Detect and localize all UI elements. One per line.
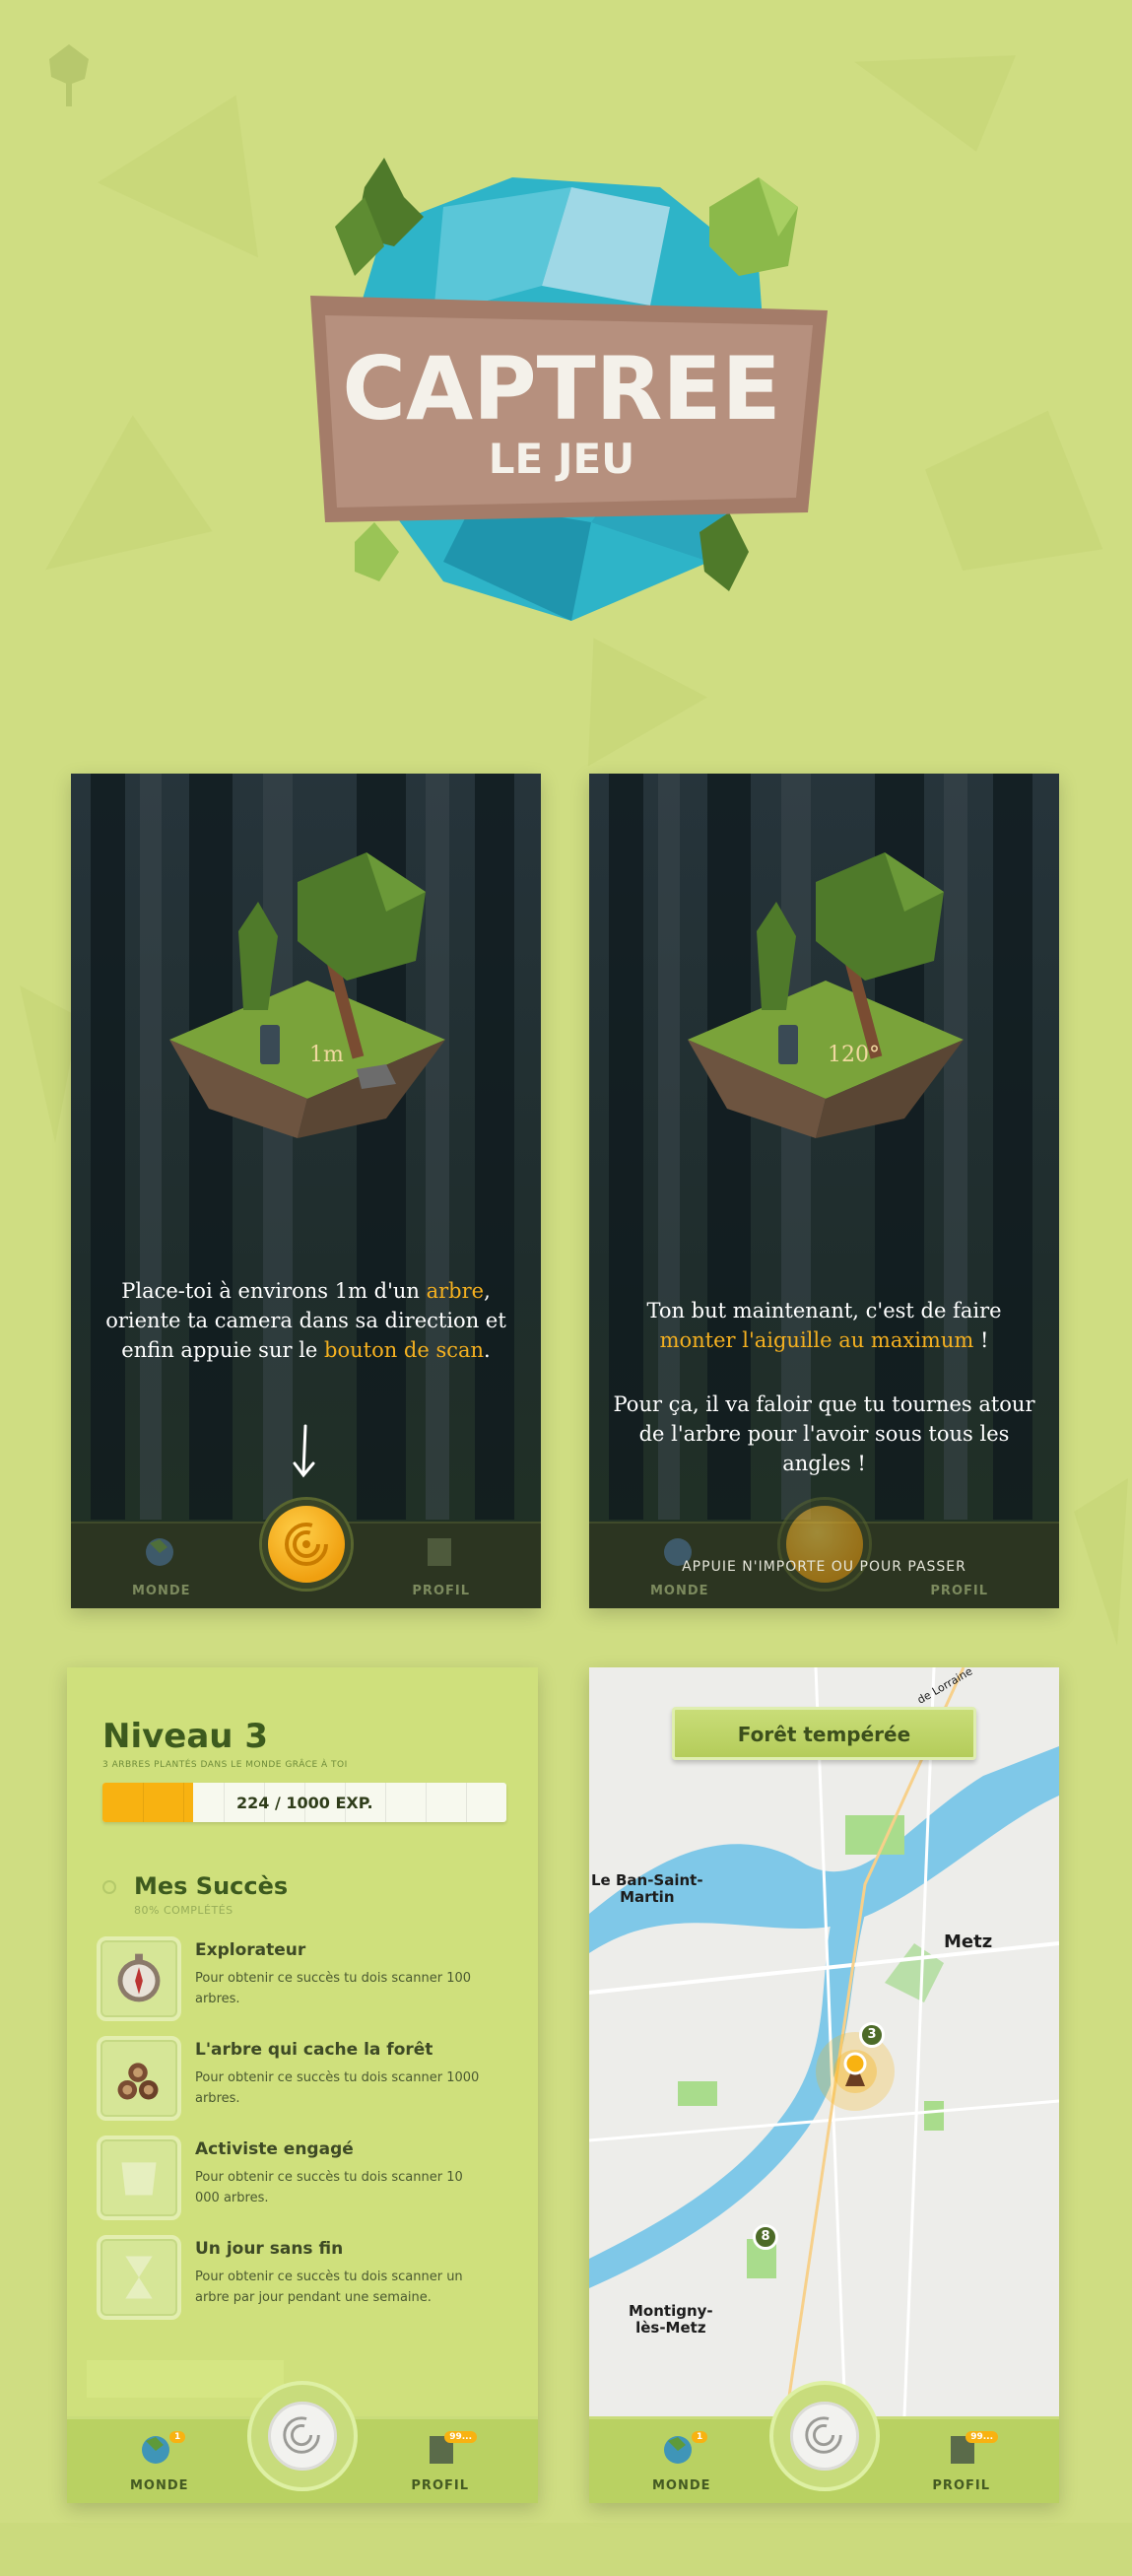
achievement-item[interactable]: Explorateur Pour obtenir ce succès tu do… xyxy=(97,1936,510,2025)
scan-spiral-icon xyxy=(804,2416,842,2454)
nav-monde[interactable]: MONDE xyxy=(650,1584,709,1598)
nav-profil[interactable]: PROFIL xyxy=(930,1584,988,1598)
nav-monde[interactable]: MONDE xyxy=(652,2478,711,2493)
tutorial-2-instructions: Ton but maintenant, c'est de faire monte… xyxy=(646,1299,1002,1352)
arrow-down-icon xyxy=(293,1424,315,1478)
monde-badge: 1 xyxy=(169,2431,186,2443)
tree-count-marker[interactable]: 8 xyxy=(753,2224,778,2250)
scan-button[interactable] xyxy=(247,2381,358,2491)
notebook-icon[interactable] xyxy=(422,1535,457,1569)
profil-badge: 99... xyxy=(444,2431,477,2443)
distance-sign: 1m xyxy=(309,1043,344,1067)
tree-count-marker[interactable]: 3 xyxy=(859,2022,885,2048)
xp-progress-fill xyxy=(102,1783,193,1822)
map-screen: Forêt tempérée Le Ban-Saint- Martin Metz… xyxy=(589,1667,1059,2503)
profil-badge: 99... xyxy=(966,2431,998,2443)
achievements-title: Mes Succès xyxy=(134,1872,289,1900)
scroll-icon xyxy=(97,2135,181,2220)
scan-spiral-icon xyxy=(284,1523,328,1566)
scan-button xyxy=(779,1500,869,1589)
scan-button[interactable] xyxy=(768,2381,880,2491)
level-subtitle: 3 ARBRES PLANTÉS DANS LE MONDE GRÂCE À T… xyxy=(102,1760,348,1770)
map-label-ban-saint-martin: Le Ban-Saint- Martin xyxy=(591,1871,703,1906)
nav-profil[interactable]: PROFIL xyxy=(412,1584,470,1598)
profile-screen: Niveau 3 3 ARBRES PLANTÉS DANS LE MONDE … xyxy=(67,1667,538,2503)
tutorial-screen-2[interactable]: 120° Ton but maintenant, c'est de faire … xyxy=(589,774,1059,1608)
map-label-montigny: Montigny- lès-Metz xyxy=(629,2302,713,2337)
compass-icon xyxy=(97,1936,181,2021)
skip-hint: APPUIE N'IMPORTE OU POUR PASSER xyxy=(682,1559,966,1575)
tutorial-screen-1: 1m Place-toi à environs 1m d'un arbre, o… xyxy=(71,774,541,1608)
faded-strip xyxy=(87,2360,284,2398)
achievement-item[interactable]: Un jour sans fin Pour obtenir ce succès … xyxy=(97,2235,510,2324)
map-label-metz: Metz xyxy=(944,1932,993,1952)
logo-subtitle: LE JEU xyxy=(489,435,635,483)
tutorial-2-instructions-second: Pour ça, il va faloir que tu tournes ato… xyxy=(613,1392,1035,1475)
monde-badge: 1 xyxy=(692,2431,708,2443)
tutorial-1-instructions: Place-toi à environs 1m d'un arbre, orie… xyxy=(105,1279,506,1362)
biome-banner: Forêt tempérée xyxy=(672,1707,976,1760)
hourglass-icon xyxy=(97,2235,181,2320)
logs-icon xyxy=(97,2036,181,2121)
captree-logo: CAPTREE LE JEU xyxy=(310,158,828,621)
level-title: Niveau 3 xyxy=(102,1717,268,1756)
tree-island-illustration: 120° xyxy=(688,852,964,1138)
logo-title: CAPTREE xyxy=(342,338,780,440)
nav-monde[interactable]: MONDE xyxy=(132,1584,191,1598)
angle-sign: 120° xyxy=(828,1043,880,1067)
scan-button[interactable] xyxy=(261,1500,351,1589)
nav-profil[interactable]: PROFIL xyxy=(932,2478,990,2493)
achievements-circle-icon xyxy=(102,1880,116,1894)
nav-profil[interactable]: PROFIL xyxy=(411,2478,469,2493)
achievement-item[interactable]: L'arbre qui cache la forêt Pour obtenir … xyxy=(97,2036,510,2125)
globe-icon[interactable] xyxy=(140,1535,179,1569)
achievement-item[interactable]: Activiste engagé Pour obtenir ce succès … xyxy=(97,2135,510,2224)
nav-monde[interactable]: MONDE xyxy=(130,2478,189,2493)
tree-island-illustration: 1m xyxy=(169,852,445,1138)
xp-text: 224 / 1000 EXP. xyxy=(236,1794,373,1812)
achievements-progress: 80% COMPLÉTÉS xyxy=(134,1904,233,1917)
xp-progress-bar: 224 / 1000 EXP. xyxy=(102,1783,506,1822)
corner-tree-icon xyxy=(49,44,89,106)
scan-spiral-icon xyxy=(283,2416,320,2454)
